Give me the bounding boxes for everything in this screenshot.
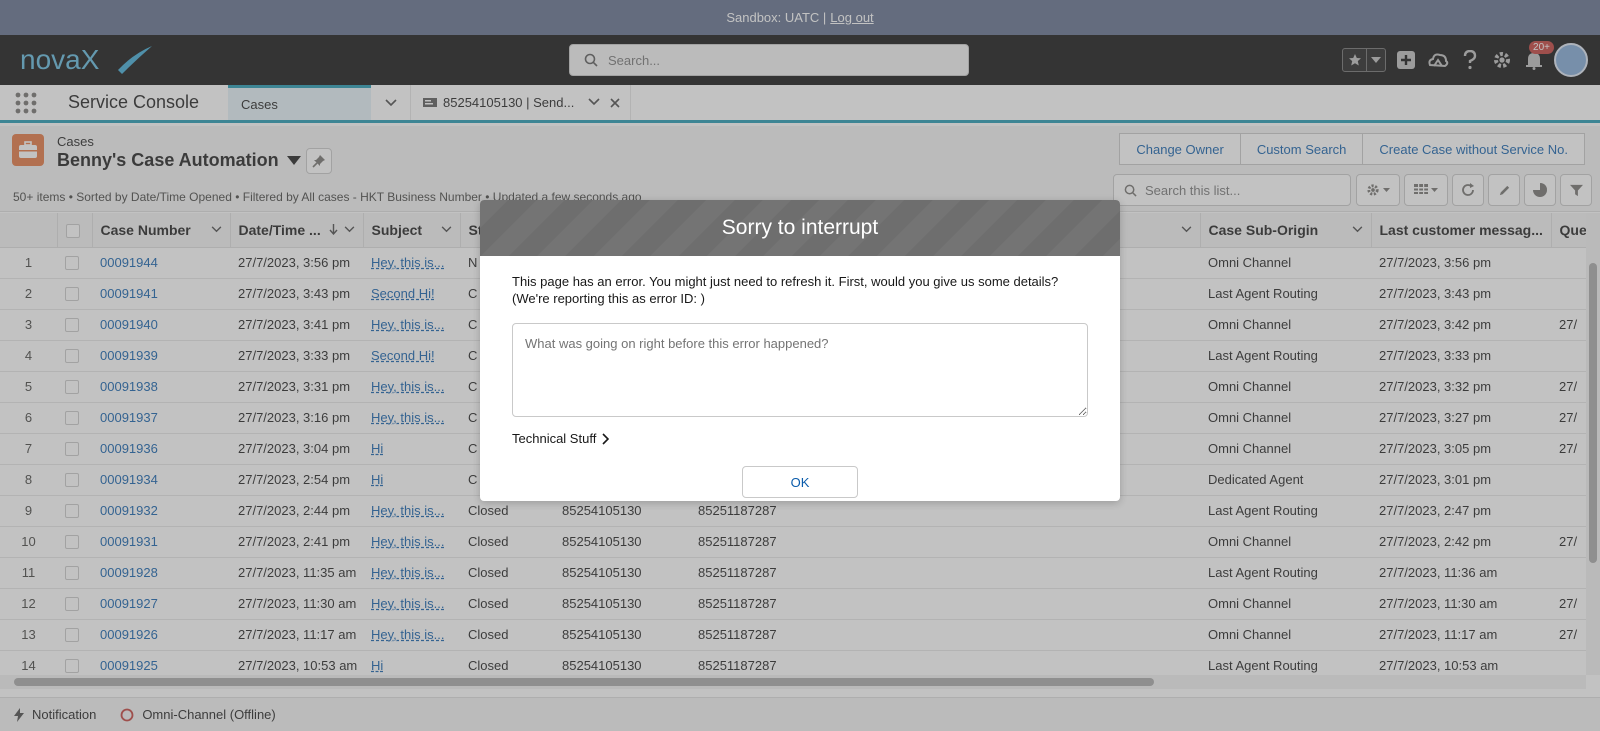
chevron-right-icon (602, 432, 610, 445)
technical-stuff-toggle[interactable]: Technical Stuff (512, 431, 1088, 446)
error-details-textarea[interactable] (512, 323, 1088, 417)
error-modal: Sorry to interrupt This page has an erro… (480, 200, 1120, 501)
ok-button[interactable]: OK (742, 466, 858, 498)
modal-title: Sorry to interrupt (480, 200, 1120, 256)
error-message: This page has an error. You might just n… (512, 274, 1059, 289)
modal-body: This page has an error. You might just n… (480, 256, 1120, 498)
modal-footer: OK (512, 466, 1088, 498)
technical-stuff-label: Technical Stuff (512, 431, 597, 446)
error-id-message: (We're reporting this as error ID: ) (512, 291, 705, 306)
